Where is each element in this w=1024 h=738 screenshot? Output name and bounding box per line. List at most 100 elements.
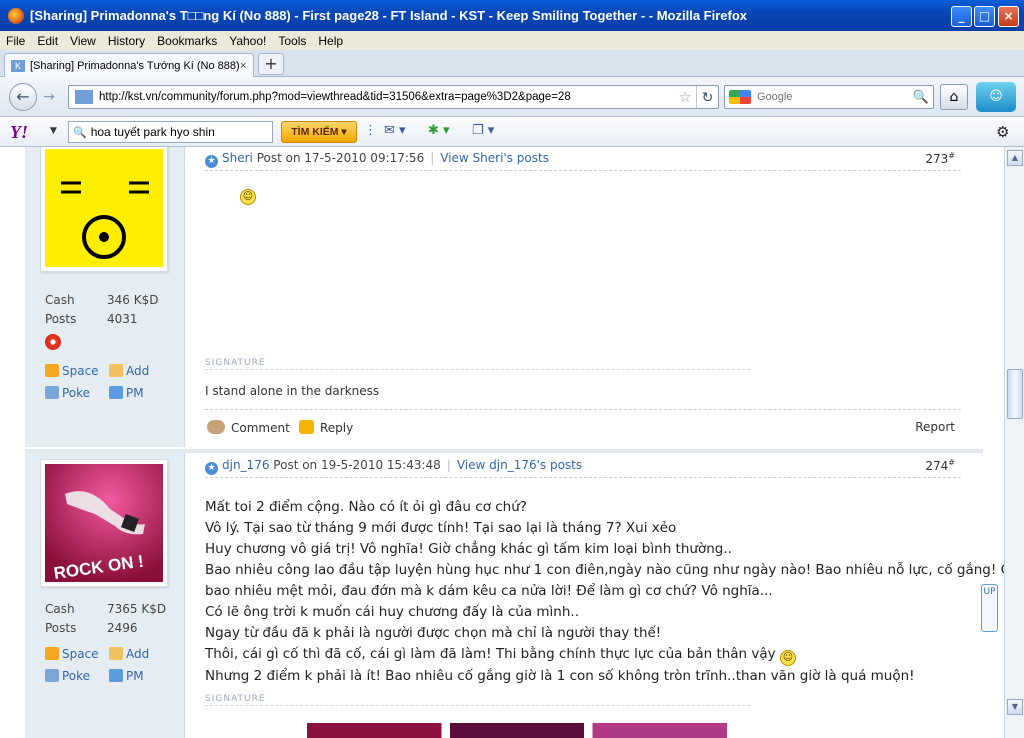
signature-text: I stand alone in the darkness xyxy=(205,384,380,398)
post-line: Ngay từ đầu đã k phải là người được chọn… xyxy=(205,625,662,641)
forum-post: Cash 346 K$D Posts 4031 Space Add Poke PM … xyxy=(25,147,983,447)
separator: | xyxy=(446,458,451,472)
cash-value: 7365 K$D xyxy=(107,602,167,616)
avatar[interactable] xyxy=(40,147,168,272)
bookmarks-icon[interactable]: ❐ ▾ xyxy=(472,123,494,141)
vertical-scrollbar[interactable]: ▲ ▼ xyxy=(1004,147,1024,738)
poke-link[interactable]: Poke xyxy=(45,386,90,400)
google-icon[interactable] xyxy=(729,90,751,104)
home-icon xyxy=(45,647,59,660)
gear-icon[interactable]: ⚙ xyxy=(996,123,1009,141)
reload-icon[interactable]: ↻ xyxy=(696,86,718,108)
menu-bookmarks[interactable]: Bookmarks xyxy=(151,34,223,48)
url-input[interactable] xyxy=(99,91,649,103)
menu-tools[interactable]: Tools xyxy=(272,34,312,48)
yahoo-search-button-label: TÌM KIẾM xyxy=(291,126,339,138)
menu-yahoo[interactable]: Yahoo! xyxy=(223,34,272,48)
poke-link[interactable]: Poke xyxy=(45,669,90,683)
chevron-down-icon[interactable]: ▼ xyxy=(50,126,57,136)
scroll-down-icon[interactable]: ▼ xyxy=(1007,699,1023,715)
forum-post: ROCK ON ! Cash 7365 K$D Posts 2496 Space A… xyxy=(25,453,1004,738)
post-line-text: Thôi, cái gì cố thì đã cố, cái gì làm đã… xyxy=(205,646,776,662)
space-link[interactable]: Space xyxy=(45,647,99,661)
posts-value: 4031 xyxy=(107,312,138,326)
smiley-icon: ☺ xyxy=(779,650,796,666)
post-number[interactable]: 273# xyxy=(925,151,955,166)
home-button[interactable]: ⌂ xyxy=(940,84,968,110)
resize-handle-icon[interactable]: ⋮ xyxy=(364,123,377,141)
star-burst-icon[interactable]: ✱ ▾ xyxy=(428,123,450,141)
menu-history[interactable]: History xyxy=(102,34,151,48)
post-date: Post on 19-5-2010 15:43:48 xyxy=(273,458,441,472)
add-link-label: Add xyxy=(126,647,150,661)
yahoo-search-button[interactable]: TÌM KIẾM ▾ xyxy=(281,121,357,143)
pm-link[interactable]: PM xyxy=(109,669,144,683)
posts-label: Posts xyxy=(45,621,77,635)
handshake-icon xyxy=(109,364,123,377)
post-line: Bao nhiêu công lao đầu tập luyện hùng hụ… xyxy=(205,562,1004,578)
mail-icon[interactable]: ✉ ▾ xyxy=(384,123,406,141)
post-date: Post on 17-5-2010 09:17:56 xyxy=(256,151,425,165)
post-body: ☺ xyxy=(240,183,256,205)
close-button[interactable]: × xyxy=(998,6,1019,27)
handshake-icon xyxy=(109,647,123,660)
new-tab-button[interactable]: + xyxy=(258,53,284,75)
tab-label: [Sharing] Primadonna's Tướng Kí (No 888)… xyxy=(30,59,240,72)
window-title: [Sharing] Primadonna's T□□ng Kí (No 888)… xyxy=(30,8,748,23)
tab-strip: K [Sharing] Primadonna's Tướng Kí (No 88… xyxy=(0,50,1024,77)
author-link[interactable]: Sheri xyxy=(222,151,253,165)
cash-label: Cash xyxy=(45,602,75,616)
menu-view[interactable]: View xyxy=(64,34,102,48)
back-button[interactable]: ← xyxy=(9,83,37,111)
menu-edit[interactable]: Edit xyxy=(31,34,64,48)
space-link-label: Space xyxy=(62,647,99,661)
reply-button[interactable]: Reply xyxy=(299,420,353,435)
comment-button[interactable]: Comment xyxy=(207,420,290,435)
minimize-button[interactable]: _ xyxy=(951,6,972,27)
medal-icon xyxy=(45,334,61,350)
tab-active[interactable]: K [Sharing] Primadonna's Tướng Kí (No 88… xyxy=(4,53,254,77)
menu-file[interactable]: File xyxy=(0,34,31,48)
post-number[interactable]: 274# xyxy=(925,458,955,473)
menu-help[interactable]: Help xyxy=(312,34,349,48)
search-icon[interactable]: 🔍 xyxy=(913,90,933,105)
add-friend-link[interactable]: Add xyxy=(109,364,149,378)
signature-images xyxy=(307,723,727,738)
cash-stat: Cash 346 K$D xyxy=(45,293,158,307)
author-link[interactable]: djn_176 xyxy=(222,458,269,472)
scroll-top-button[interactable]: UP xyxy=(981,584,998,632)
scroll-up-icon[interactable]: ▲ xyxy=(1007,150,1023,166)
site-identity-icon[interactable] xyxy=(75,90,93,104)
post-line: Huy chương vô giá trị! Vô nghĩa! Giờ chẳ… xyxy=(205,541,732,557)
poke-icon xyxy=(45,386,59,399)
yahoo-search-input[interactable] xyxy=(90,125,271,139)
addon-icon[interactable]: ☺ xyxy=(976,82,1016,112)
report-button[interactable]: Report xyxy=(915,420,955,434)
post-footer: Comment Reply Report xyxy=(205,409,961,439)
cash-stat: Cash 7365 K$D xyxy=(45,602,166,616)
scrollbar-thumb[interactable] xyxy=(1007,369,1023,419)
scroll-top-label: UP xyxy=(983,587,996,597)
search-icon: 🔍 xyxy=(73,125,87,139)
add-friend-link[interactable]: Add xyxy=(109,647,149,661)
smiley-icon: ☺ xyxy=(240,189,256,205)
envelope-icon xyxy=(109,669,123,682)
pm-link-label: PM xyxy=(126,386,144,400)
maximize-button[interactable]: □ xyxy=(974,6,995,27)
forward-button[interactable]: → xyxy=(39,87,59,107)
author-sidebar: Cash 346 K$D Posts 4031 Space Add Poke PM xyxy=(25,147,185,447)
address-bar: ☆ ↻ xyxy=(68,85,719,109)
avatar[interactable]: ROCK ON ! xyxy=(40,459,168,587)
search-input[interactable] xyxy=(757,91,897,103)
view-posts-link[interactable]: View Sheri's posts xyxy=(440,151,549,165)
posts-label: Posts xyxy=(45,312,77,326)
post-line: Nhưng 2 điểm k phải là ít! Bao nhiêu cố … xyxy=(205,668,915,684)
pm-link[interactable]: PM xyxy=(109,386,144,400)
space-link[interactable]: Space xyxy=(45,364,99,378)
firefox-icon xyxy=(8,7,24,24)
comment-icon xyxy=(207,420,225,434)
bookmark-star-icon[interactable]: ☆ xyxy=(679,88,696,106)
view-posts-link[interactable]: View djn_176's posts xyxy=(457,458,582,472)
tab-close-icon[interactable]: × xyxy=(240,60,246,72)
yahoo-logo[interactable]: Y! xyxy=(10,122,28,143)
